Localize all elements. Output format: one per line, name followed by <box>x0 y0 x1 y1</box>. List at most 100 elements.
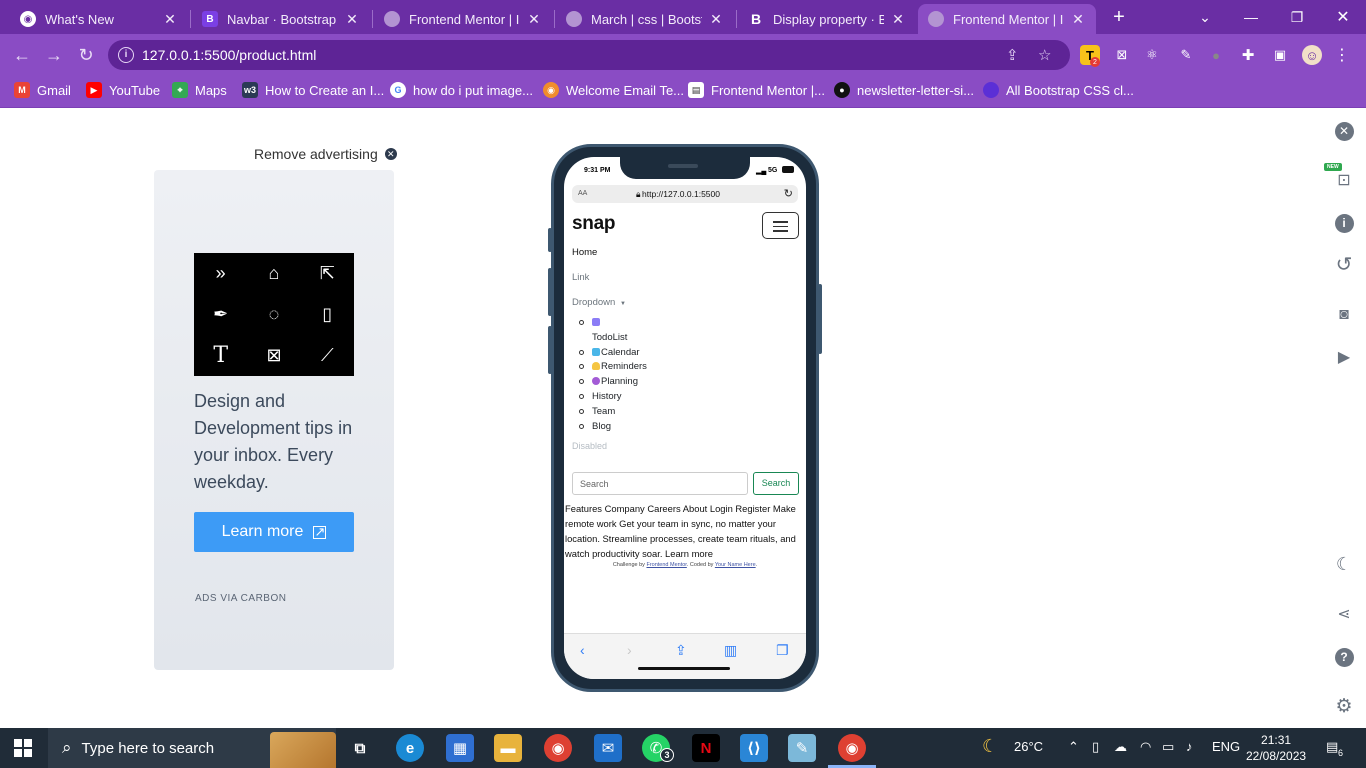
tray-chevron-icon[interactable]: ⌃ <box>1068 739 1079 755</box>
reload-icon[interactable]: ↻ <box>784 187 793 200</box>
new-tab-button[interactable]: + <box>1108 6 1130 29</box>
forward-icon[interactable]: › <box>627 642 632 658</box>
reload-icon[interactable]: ↻ <box>74 43 98 67</box>
tab-display-property[interactable]: B Display property · Boo ✕ <box>738 4 916 34</box>
dark-mode-moon-icon[interactable]: ☾ <box>1333 553 1355 575</box>
mobile-address-bar[interactable]: AA 🔒︎ http://127.0.0.1:5500 ↻ <box>572 185 798 203</box>
excel-extension-icon[interactable]: ⊠ <box>1112 45 1132 65</box>
onedrive-icon[interactable]: ☁ <box>1114 739 1127 755</box>
share-icon[interactable]: ⋖ <box>1333 603 1355 625</box>
restore-icon[interactable]: ❐ <box>1274 4 1320 30</box>
chrome-icon[interactable]: ◉ <box>544 734 572 762</box>
address-bar[interactable]: i 127.0.0.1:5500/product.html ⇪ ☆ <box>108 40 1070 70</box>
dropdown-item-history[interactable]: History <box>579 391 622 402</box>
wifi-icon[interactable]: ◠ <box>1140 739 1151 755</box>
dropdown-item-blog[interactable]: Blog <box>579 421 611 432</box>
bookmark-youtube[interactable]: ▶ YouTube <box>86 82 160 98</box>
bookmark-welcome-email[interactable]: ◉ Welcome Email Te... <box>543 82 684 98</box>
menu-kebab-icon[interactable]: ⋮ <box>1332 45 1352 65</box>
tab-frontend-mentor-active[interactable]: Frontend Mentor | Int ✕ <box>918 4 1096 34</box>
share-icon[interactable]: ⇪ <box>1006 46 1019 64</box>
bookmark-maps[interactable]: ⌖ Maps <box>172 82 227 98</box>
dropdown-item-calendar[interactable]: Calendar <box>579 347 640 358</box>
close-icon[interactable]: ✕ <box>890 11 906 28</box>
close-icon[interactable]: ✕ <box>708 11 724 28</box>
close-icon[interactable]: ✕ <box>162 11 178 28</box>
extension-dot-icon[interactable]: ● <box>1206 45 1226 65</box>
windows-start-icon[interactable] <box>14 739 32 757</box>
minimize-icon[interactable]: — <box>1228 4 1274 30</box>
bookmark-bootstrap-css[interactable]: All Bootstrap CSS cl... <box>983 82 1134 98</box>
window-close-icon[interactable]: ✕ <box>1320 4 1366 30</box>
dropdown-item-planning[interactable]: Planning <box>579 376 638 387</box>
bookmark-github[interactable]: ● newsletter-letter-si... <box>834 82 974 98</box>
ads-via-carbon-link[interactable]: ADS VIA CARBON <box>195 593 286 604</box>
bookmark-star-icon[interactable]: ☆ <box>1038 46 1051 64</box>
bookmark-gmail[interactable]: M Gmail <box>14 82 71 98</box>
tab-search-icon[interactable]: ⌄ <box>1182 4 1228 30</box>
info-icon[interactable]: i <box>1333 212 1355 234</box>
taskbar-search[interactable]: ⌕ Type here to search <box>48 728 336 768</box>
forward-icon[interactable]: → <box>42 43 66 67</box>
extensions-puzzle-icon[interactable]: ✚ <box>1238 45 1258 65</box>
dropdown-item-todolist-label[interactable]: TodoList <box>592 332 627 343</box>
bookmark-google[interactable]: G how do i put image... <box>390 82 533 98</box>
frontend-mentor-link[interactable]: Frontend Mentor <box>646 562 686 568</box>
ad-image[interactable]: » ⌂ ⇱ ✒ ◌ ▯ T ⊠ ⟋ <box>194 253 354 376</box>
close-icon[interactable]: ✕ <box>526 11 542 28</box>
nav-home-link[interactable]: Home <box>572 247 597 258</box>
devices-icon[interactable]: ⊡ <box>1333 169 1355 191</box>
ad-headline[interactable]: Design and Development tips in your inbo… <box>194 388 374 496</box>
tab-frontend-mentor[interactable]: Frontend Mentor | Int ✕ <box>374 4 552 34</box>
weather-temp[interactable]: 26°C <box>1014 739 1043 754</box>
battery-icon[interactable]: ▭ <box>1162 739 1174 755</box>
notifications-icon[interactable]: ▤ <box>1326 739 1338 755</box>
search-input[interactable]: Search <box>572 472 748 495</box>
file-explorer-icon[interactable]: ▬ <box>494 734 522 762</box>
side-panel-icon[interactable]: ▣ <box>1270 45 1290 65</box>
close-panel-icon[interactable]: ✕ <box>1333 120 1355 142</box>
tray-usb-icon[interactable]: ▯ <box>1092 739 1099 755</box>
learn-more-button[interactable]: Learn more ↗ <box>194 512 354 552</box>
nav-dropdown-toggle[interactable]: Dropdown ▼ <box>572 297 626 308</box>
site-info-icon[interactable]: i <box>118 47 134 63</box>
remove-advertising-link[interactable]: Remove advertising ✕ <box>254 146 397 162</box>
clock[interactable]: 21:31 22/08/2023 <box>1246 732 1306 764</box>
back-icon[interactable]: ‹ <box>580 642 585 658</box>
color-picker-icon[interactable]: ✎ <box>1176 45 1196 65</box>
tab-march-css[interactable]: March | css | Bootstra ✕ <box>556 4 734 34</box>
nav-link[interactable]: Link <box>572 272 589 283</box>
camera-icon[interactable]: ◙ <box>1333 304 1355 326</box>
weather-icon[interactable]: ☾ <box>982 736 998 757</box>
volume-icon[interactable]: ♪ <box>1186 739 1193 754</box>
dropdown-item-todolist[interactable] <box>579 317 601 328</box>
notepad-icon[interactable]: ✎ <box>788 734 816 762</box>
bookmark-frontend-mentor[interactable]: ▤ Frontend Mentor |... <box>688 82 825 98</box>
edge-icon[interactable]: e <box>396 734 424 762</box>
bookmark-w3[interactable]: w3 How to Create an I... <box>242 82 384 98</box>
text-size-button[interactable]: AA <box>578 190 587 197</box>
close-icon[interactable]: ✕ <box>1070 11 1086 28</box>
rotate-icon[interactable]: ↺ <box>1333 253 1355 276</box>
chrome-dev-icon[interactable]: ◉ <box>838 734 866 762</box>
language-indicator[interactable]: ENG <box>1212 739 1240 754</box>
tab-bootstrap-navbar[interactable]: B Navbar · Bootstrap v5. ✕ <box>192 4 370 34</box>
microsoft-store-icon[interactable]: ▦ <box>446 734 474 762</box>
dropdown-item-team[interactable]: Team <box>579 406 615 417</box>
share-icon[interactable]: ⇪ <box>675 642 687 659</box>
help-icon[interactable]: ? <box>1333 646 1355 668</box>
tabs-icon[interactable]: ❐ <box>776 642 789 659</box>
mail-icon[interactable]: ✉ <box>594 734 622 762</box>
profile-avatar[interactable]: ☺ <box>1302 45 1322 65</box>
bookmarks-book-icon[interactable]: ▥ <box>724 642 737 659</box>
tab-whats-new[interactable]: ◉ What's New ✕ <box>10 4 188 34</box>
settings-gear-icon[interactable]: ⚙ <box>1333 695 1355 717</box>
vscode-icon[interactable]: ⟨⟩ <box>740 734 768 762</box>
netflix-icon[interactable]: N <box>692 734 720 762</box>
search-button[interactable]: Search <box>753 472 799 495</box>
site-logo[interactable]: snap <box>572 213 615 235</box>
back-icon[interactable]: ← <box>10 43 34 67</box>
dropdown-item-reminders[interactable]: Reminders <box>579 361 647 372</box>
task-view-icon[interactable]: ⧉ <box>346 734 374 762</box>
react-extension-icon[interactable]: ⚛ <box>1142 45 1162 65</box>
